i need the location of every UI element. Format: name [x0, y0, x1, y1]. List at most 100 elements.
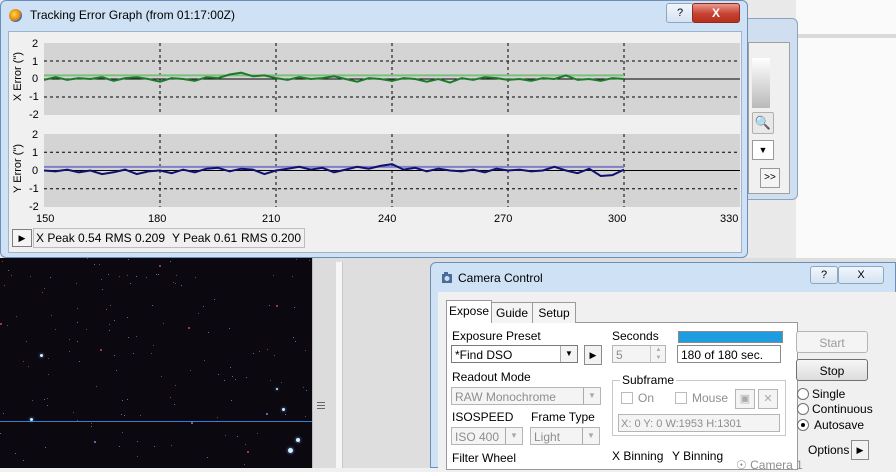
x-rms: RMS 0.209: [105, 231, 166, 245]
star: [171, 445, 172, 446]
exposure-preset-select[interactable]: *Find DSO ▼: [451, 345, 578, 363]
star: [294, 307, 295, 308]
seconds-spinner-icon[interactable]: ▲ ▼: [650, 346, 666, 362]
x-error-axis-label: X Error ("): [12, 52, 24, 102]
star: [8, 270, 9, 271]
star: [77, 308, 78, 309]
frame-type-value: Light: [534, 430, 561, 444]
star: [217, 421, 218, 422]
tick-label: -1: [29, 91, 39, 103]
isospeed-select[interactable]: ISO 400 ▼: [451, 427, 523, 445]
next-button[interactable]: >>: [760, 168, 780, 188]
star: [295, 341, 296, 342]
options-menu-button[interactable]: ▶: [851, 440, 869, 460]
tab-setup[interactable]: Setup: [532, 302, 576, 323]
x-tick-label: 300: [608, 213, 627, 225]
star: [55, 329, 56, 330]
star: [176, 275, 177, 276]
start-button[interactable]: Start: [796, 331, 868, 353]
tick-label: 2: [32, 38, 39, 50]
star: [170, 261, 171, 262]
star: [245, 444, 246, 445]
star: [86, 329, 87, 330]
filter-wheel-label: Filter Wheel: [452, 451, 517, 465]
star: [128, 337, 129, 338]
seconds-label: Seconds: [612, 329, 659, 343]
star: [77, 420, 78, 421]
tick-label: 2: [32, 129, 39, 141]
tick-label: 1: [32, 56, 39, 68]
chevron-down-icon[interactable]: ▼: [752, 140, 774, 160]
star: [246, 377, 247, 378]
help-button[interactable]: ?: [666, 3, 694, 23]
pane-splitter[interactable]: [312, 258, 337, 468]
star: [69, 339, 70, 340]
single-label: Single: [812, 387, 846, 401]
star: [158, 274, 159, 275]
camera-selector-label[interactable]: ☉ Camera 1: [736, 458, 803, 472]
subframe-on-checkbox[interactable]: [621, 392, 633, 404]
star: [159, 265, 161, 267]
y-peak: Y Peak 0.61: [172, 231, 238, 245]
star: [42, 292, 43, 293]
star: [69, 351, 70, 352]
subframe-select-icon[interactable]: ▣: [735, 389, 755, 409]
star: [203, 306, 204, 307]
star: [48, 374, 49, 375]
stop-button[interactable]: Stop: [796, 359, 868, 381]
tab-expose[interactable]: Expose: [446, 300, 492, 323]
x-error-plot[interactable]: [43, 43, 740, 115]
tab-guide[interactable]: Guide: [491, 302, 533, 323]
subframe-clear-icon[interactable]: ✕: [758, 389, 778, 409]
y-error-plot[interactable]: [43, 134, 740, 207]
continuous-radio[interactable]: [797, 403, 809, 415]
chevron-down-icon: ▼: [505, 428, 522, 444]
help-button[interactable]: ?: [810, 266, 838, 284]
autosave-radio[interactable]: [797, 419, 809, 431]
bright-star: [276, 388, 278, 390]
star: [225, 435, 226, 436]
readout-mode-select[interactable]: RAW Monochrome ▼: [451, 387, 601, 405]
star: [100, 349, 102, 351]
tick-label: 1: [32, 147, 39, 159]
x-tick-label: 150: [36, 213, 55, 225]
single-radio[interactable]: [797, 388, 809, 400]
star: [15, 453, 16, 454]
star: [163, 323, 164, 324]
star: [175, 283, 176, 284]
star: [4, 285, 5, 286]
close-button[interactable]: X: [692, 3, 740, 23]
subframe-mouse-label: Mouse: [692, 391, 729, 405]
star: [137, 441, 138, 442]
star: [128, 259, 129, 260]
star: [127, 275, 128, 276]
image-view[interactable]: [0, 258, 312, 468]
x-binning-label: X Binning: [612, 449, 664, 463]
star: [161, 376, 162, 377]
star: [127, 399, 128, 400]
y-binning-label: Y Binning: [672, 449, 724, 463]
star: [47, 398, 48, 399]
star: [259, 351, 260, 352]
play-icon[interactable]: ▶: [12, 229, 32, 247]
star: [188, 327, 190, 329]
close-button[interactable]: X: [838, 266, 884, 284]
star: [102, 289, 103, 290]
magnifier-icon[interactable]: 🔍: [752, 112, 774, 134]
star: [273, 275, 274, 276]
star: [253, 353, 254, 354]
subframe-mouse-checkbox[interactable]: [675, 392, 687, 404]
star: [309, 260, 310, 261]
star: [0, 433, 1, 434]
frame-type-select[interactable]: Light ▼: [530, 427, 600, 445]
star: [224, 380, 225, 381]
star: [79, 361, 80, 362]
preset-menu-button[interactable]: ▶: [584, 345, 602, 365]
star: [281, 382, 282, 383]
star: [76, 283, 77, 284]
star: [247, 451, 249, 453]
star: [51, 315, 52, 316]
y-rms: RMS 0.200: [241, 231, 302, 245]
star: [151, 353, 152, 354]
star: [94, 264, 95, 265]
